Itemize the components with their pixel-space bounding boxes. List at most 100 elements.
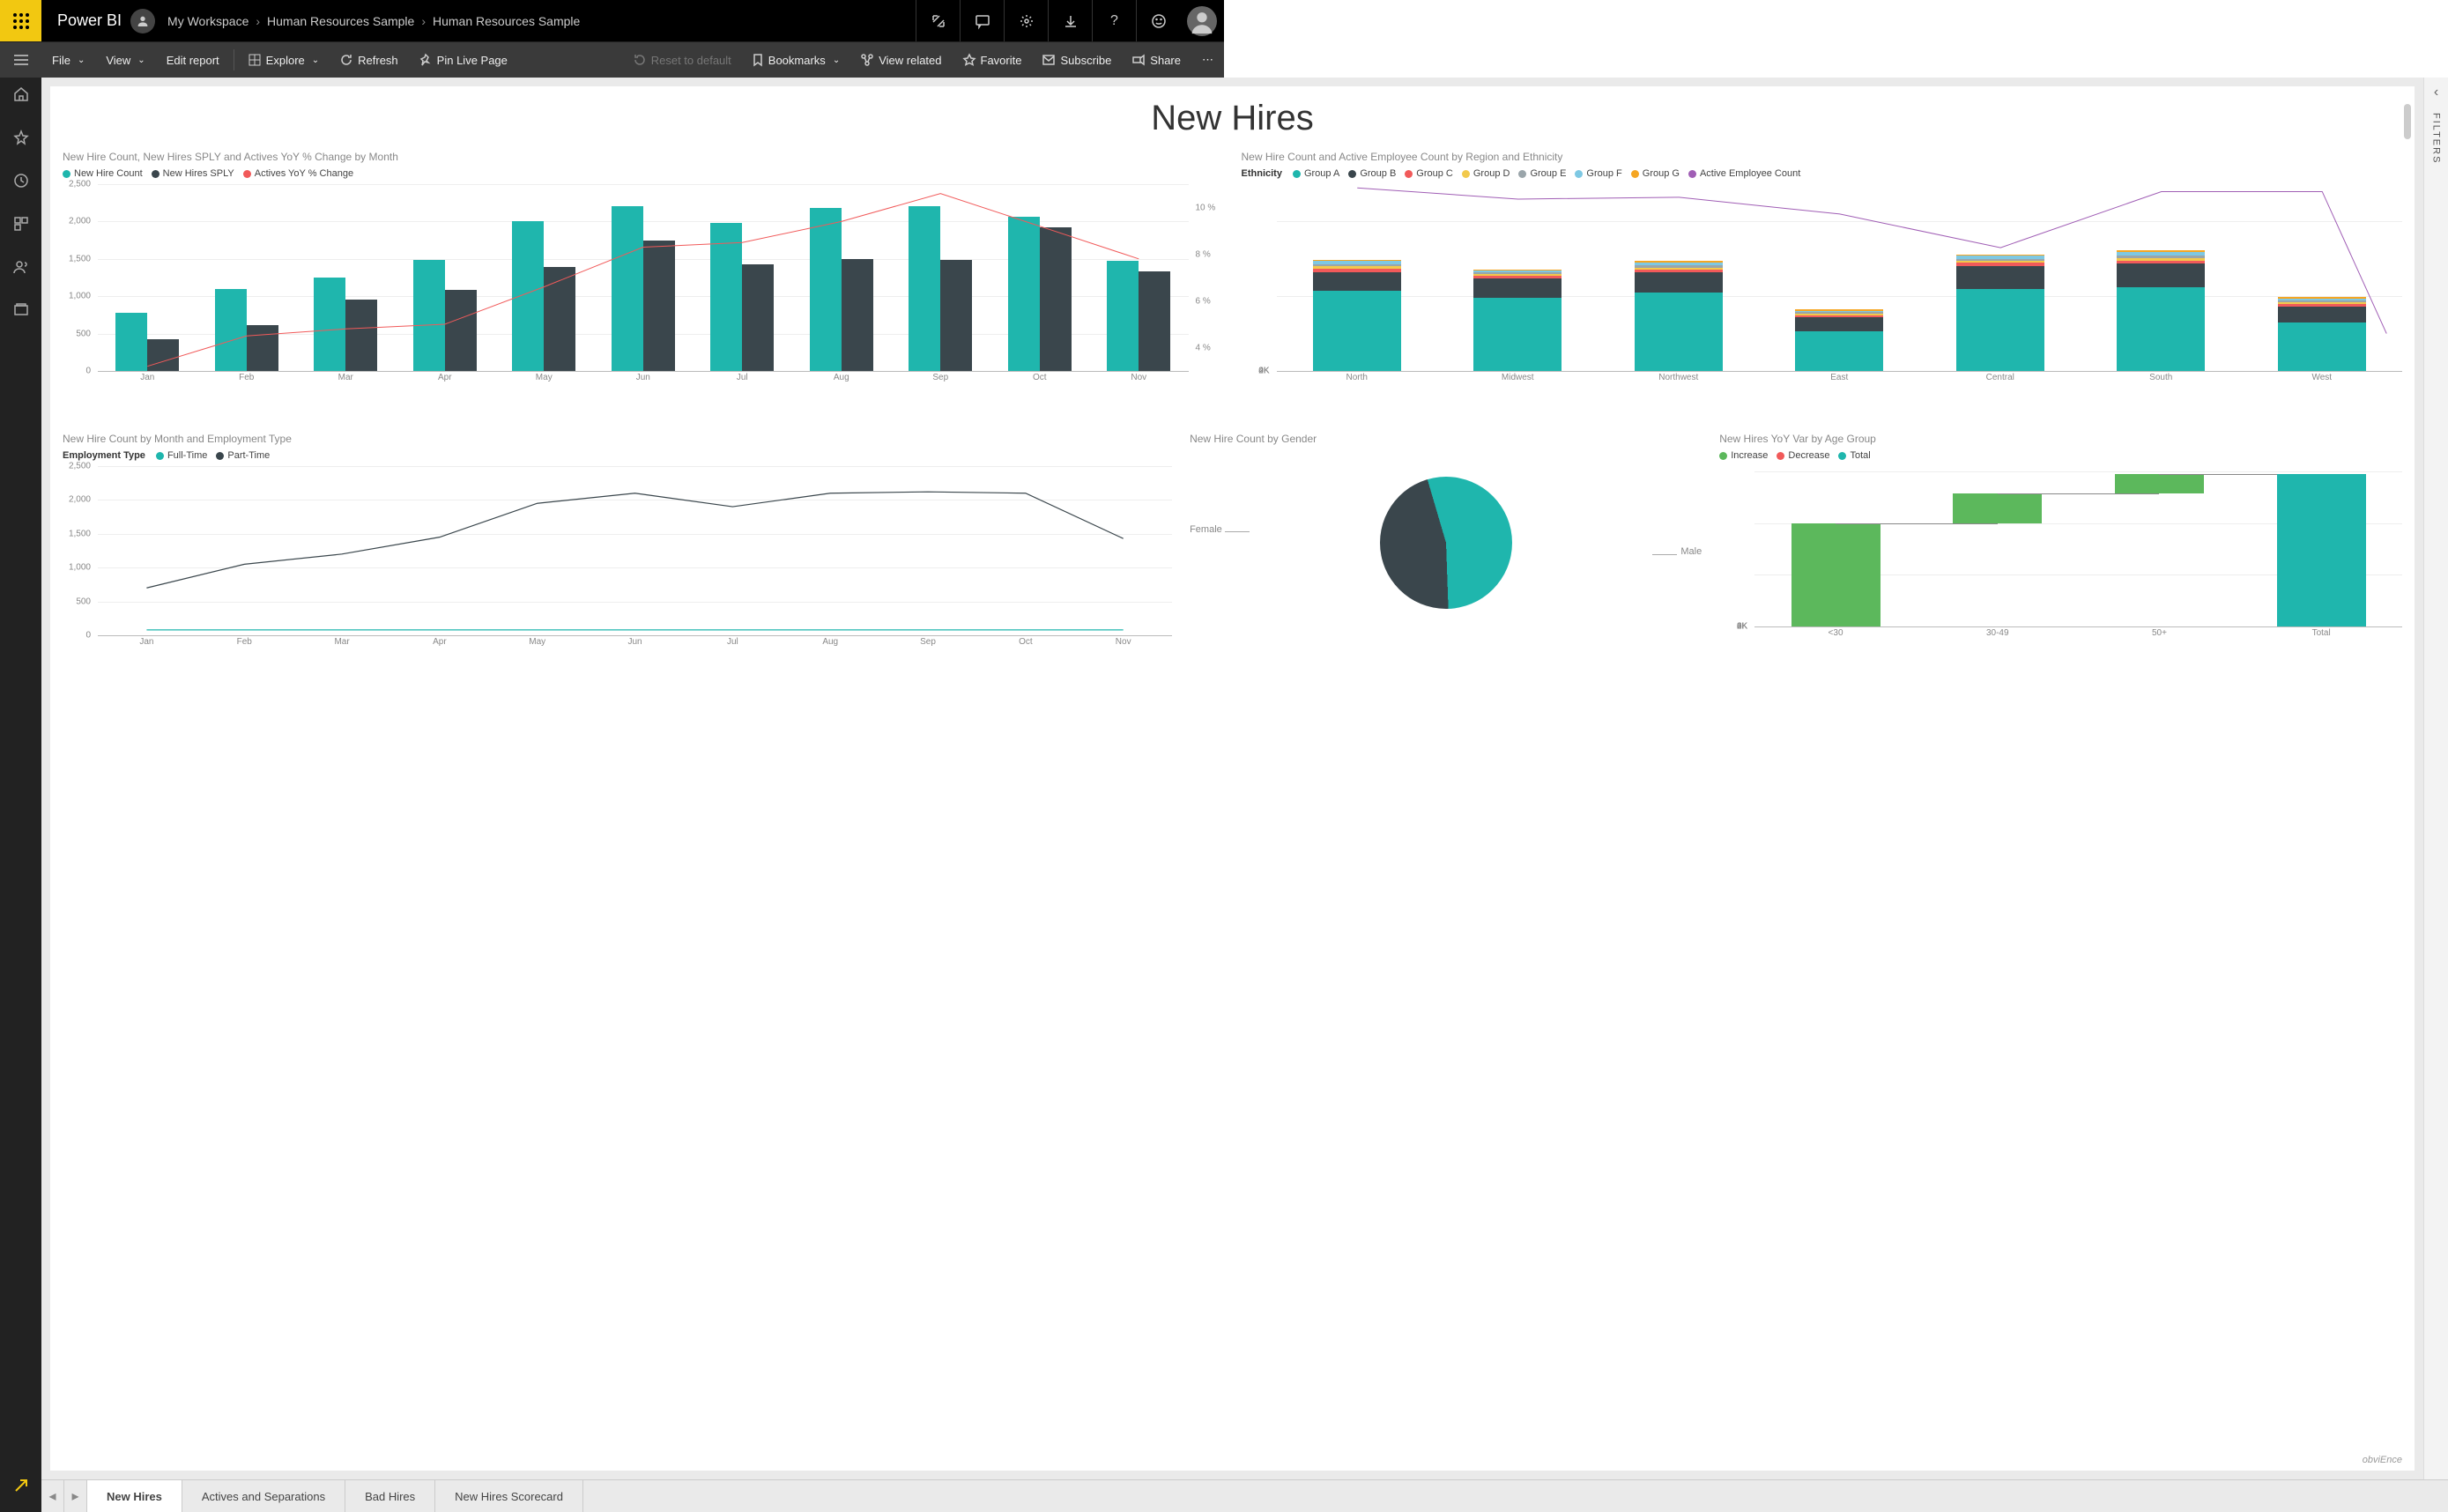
visual-pie-chart[interactable]: New Hire Count by Gender FemaleMale <box>1190 433 1702 679</box>
chevron-right-icon: › <box>256 14 260 28</box>
reset-icon <box>634 54 646 66</box>
visual-title: New Hire Count and Active Employee Count… <box>1242 151 2403 163</box>
workspace-avatar[interactable] <box>130 9 155 33</box>
app-header: Power BI My Workspace › Human Resources … <box>0 0 1224 41</box>
ellipsis-icon: ⋯ <box>1202 53 1213 67</box>
visual-title: New Hires YoY Var by Age Group <box>1719 433 2402 445</box>
share-icon <box>1132 54 1145 66</box>
favorite-button[interactable]: Favorite <box>953 42 1033 78</box>
person-icon <box>136 14 150 28</box>
nav-rail <box>0 78 41 1512</box>
chevron-down-icon: ⌄ <box>312 56 319 65</box>
nav-shared[interactable] <box>13 259 29 279</box>
help-button[interactable]: ? <box>1092 0 1136 41</box>
settings-button[interactable] <box>1004 0 1048 41</box>
refresh-icon <box>340 54 352 66</box>
nav-favorites[interactable] <box>13 130 29 150</box>
visual-combo-chart[interactable]: New Hire Count, New Hires SPLY and Activ… <box>63 151 1224 415</box>
explore-icon <box>249 54 261 66</box>
filters-pane-collapsed[interactable]: ‹ FILTERS <box>2423 78 2448 1479</box>
legend: New Hire CountNew Hires SPLYActives YoY … <box>63 168 1224 179</box>
legend: Employment TypeFull-TimePart-Time <box>63 450 1172 461</box>
visual-stacked-bar[interactable]: New Hire Count and Active Employee Count… <box>1242 151 2403 415</box>
fullscreen-button[interactable] <box>916 0 960 41</box>
scrollbar-thumb[interactable] <box>2404 104 2411 139</box>
tab-prev-button[interactable]: ◂ <box>41 1480 64 1512</box>
workspaces-icon <box>13 302 29 318</box>
chevron-down-icon: ⌄ <box>137 56 145 65</box>
explore-menu[interactable]: Explore⌄ <box>238 42 330 78</box>
feedback-button[interactable] <box>1136 0 1180 41</box>
refresh-button[interactable]: Refresh <box>330 42 409 78</box>
visual-title: New Hire Count by Gender <box>1190 433 1702 445</box>
product-name: Power BI <box>57 11 122 30</box>
breadcrumb-item[interactable]: Human Resources Sample <box>433 14 580 28</box>
visual-title: New Hire Count by Month and Employment T… <box>63 433 1172 445</box>
report-toolbar: File⌄ View⌄ Edit report Explore⌄ Refresh… <box>0 41 1224 78</box>
edit-report-button[interactable]: Edit report <box>156 42 230 78</box>
report-page[interactable]: New Hires New Hire Count, New Hires SPLY… <box>50 86 2415 1471</box>
chevron-down-icon: ⌄ <box>833 56 840 65</box>
clock-icon <box>13 173 29 189</box>
legend: IncreaseDecreaseTotal <box>1719 450 2402 461</box>
filters-label: FILTERS <box>2431 113 2442 164</box>
home-icon <box>13 86 29 102</box>
related-icon <box>861 54 873 66</box>
tab-next-button[interactable]: ▸ <box>64 1480 87 1512</box>
share-button[interactable]: Share <box>1122 42 1191 78</box>
tab-new-hires-scorecard[interactable]: New Hires Scorecard <box>435 1480 583 1512</box>
breadcrumb: My Workspace › Human Resources Sample › … <box>167 14 580 28</box>
hamburger-icon <box>14 55 28 65</box>
mail-icon <box>1042 55 1055 65</box>
tab-actives-separations[interactable]: Actives and Separations <box>182 1480 345 1512</box>
legend: EthnicityGroup AGroup BGroup CGroup DGro… <box>1242 168 2403 179</box>
brand-watermark: obviEnce <box>2363 1455 2402 1465</box>
star-icon <box>13 130 29 145</box>
waffle-icon <box>13 13 29 29</box>
header-actions: ? <box>916 0 1224 41</box>
nav-recent[interactable] <box>13 173 29 193</box>
expand-icon <box>931 14 946 28</box>
people-icon <box>13 259 29 275</box>
app-launcher-button[interactable] <box>0 0 41 41</box>
chevron-down-icon: ⌄ <box>78 56 85 65</box>
view-related-button[interactable]: View related <box>850 42 952 78</box>
chevron-right-icon: › <box>421 14 426 28</box>
nav-expand-button[interactable] <box>13 1478 29 1498</box>
subscribe-button[interactable]: Subscribe <box>1032 42 1122 78</box>
comment-button[interactable] <box>960 0 1004 41</box>
pin-button[interactable]: Pin Live Page <box>409 42 518 78</box>
breadcrumb-item[interactable]: My Workspace <box>167 14 249 28</box>
chevron-left-icon: ‹ <box>2434 85 2438 100</box>
nav-workspaces[interactable] <box>13 302 29 322</box>
tab-bad-hires[interactable]: Bad Hires <box>345 1480 435 1512</box>
visual-line-chart[interactable]: New Hire Count by Month and Employment T… <box>63 433 1172 679</box>
user-menu[interactable] <box>1180 0 1224 41</box>
tab-new-hires[interactable]: New Hires <box>87 1480 182 1512</box>
nav-apps[interactable] <box>13 216 29 236</box>
avatar-icon <box>1187 6 1217 36</box>
bookmarks-menu[interactable]: Bookmarks⌄ <box>742 42 850 78</box>
file-menu[interactable]: File⌄ <box>41 42 95 78</box>
download-button[interactable] <box>1048 0 1092 41</box>
report-canvas: New Hires New Hire Count, New Hires SPLY… <box>41 78 2423 1479</box>
visual-waterfall-chart[interactable]: New Hires YoY Var by Age Group IncreaseD… <box>1719 433 2402 679</box>
chat-icon <box>975 14 990 28</box>
smile-icon <box>1152 14 1166 28</box>
reset-button[interactable]: Reset to default <box>623 42 742 78</box>
page-title: New Hires <box>63 99 2402 138</box>
apps-icon <box>13 216 29 232</box>
pin-icon <box>419 54 432 66</box>
bookmark-icon <box>753 54 763 66</box>
download-icon <box>1064 14 1078 28</box>
question-icon: ? <box>1110 13 1118 29</box>
arrow-up-right-icon <box>13 1478 29 1493</box>
star-icon <box>963 54 975 66</box>
nav-home[interactable] <box>13 86 29 107</box>
gear-icon <box>1020 14 1034 28</box>
page-tabs: ◂ ▸ New Hires Actives and Separations Ba… <box>41 1479 2448 1512</box>
view-menu[interactable]: View⌄ <box>95 42 155 78</box>
nav-toggle-button[interactable] <box>0 55 41 65</box>
breadcrumb-item[interactable]: Human Resources Sample <box>267 14 414 28</box>
more-button[interactable]: ⋯ <box>1191 42 1224 78</box>
